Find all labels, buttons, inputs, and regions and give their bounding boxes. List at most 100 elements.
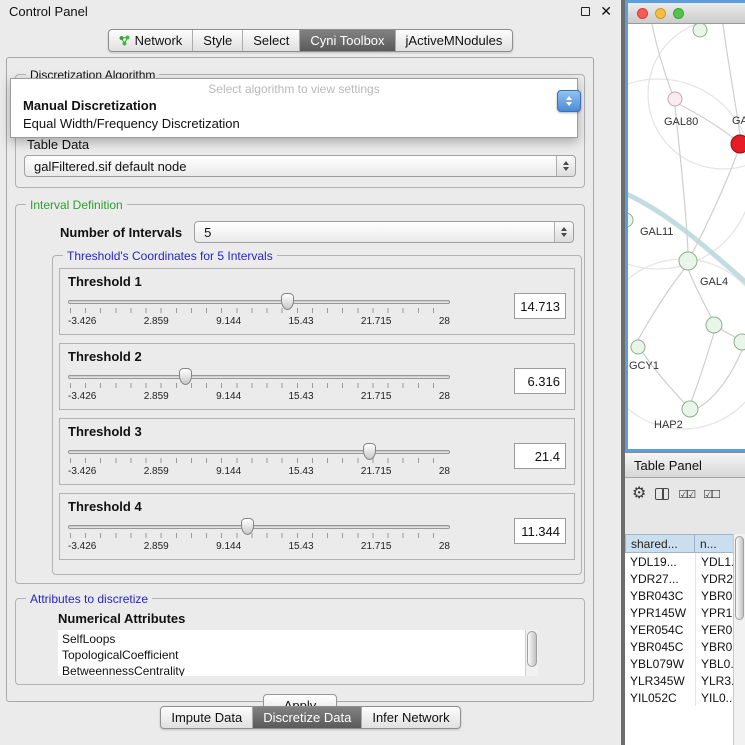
algorithm-combobox-stepper-icon[interactable] xyxy=(557,90,581,112)
threshold-panel-2: Threshold 2-3.4262.8599.14415.4321.71528 xyxy=(59,343,575,410)
list-scrollbar-thumb[interactable] xyxy=(527,631,537,667)
table-row[interactable]: YLR345WYLR3... xyxy=(625,672,745,689)
combobox-stepper-icon[interactable] xyxy=(556,156,575,176)
slider-track[interactable] xyxy=(68,300,450,304)
table-scrollbar[interactable] xyxy=(733,534,745,745)
node-label: HAP2 xyxy=(654,419,683,431)
slider-track[interactable] xyxy=(68,375,450,379)
table-row[interactable]: YDL19...YDL1... xyxy=(625,553,745,570)
tick-label: 21.715 xyxy=(361,391,392,402)
tick-label: 2.859 xyxy=(144,541,169,552)
table-row[interactable]: YPR145WYPR1... xyxy=(625,604,745,621)
network-node[interactable] xyxy=(679,252,697,270)
threshold-value-field[interactable] xyxy=(514,518,566,544)
thresholds-group: Threshold's Coordinates for 5 Intervals … xyxy=(52,255,582,575)
tab-network[interactable]: Network xyxy=(109,30,193,51)
cell-shared-name: YDR27... xyxy=(625,570,695,587)
tick-label: 15.43 xyxy=(289,316,314,327)
table-scrollbar-thumb[interactable] xyxy=(735,536,744,620)
table-row[interactable]: YBR045CYBR0... xyxy=(625,638,745,655)
network-node[interactable] xyxy=(631,340,645,354)
tick-label: 21.715 xyxy=(361,466,392,477)
threshold-slider[interactable]: -3.4262.8599.14415.4321.71528 xyxy=(68,516,450,553)
select-all-icon[interactable]: ☑☐ xyxy=(703,488,719,501)
number-of-intervals-row: Number of Intervals 5 xyxy=(60,221,574,243)
network-node[interactable] xyxy=(682,401,698,417)
network-window-titlebar[interactable] xyxy=(628,3,745,24)
network-node[interactable] xyxy=(693,24,707,37)
gear-icon[interactable]: ⚙ xyxy=(632,486,646,502)
table-toolbar: ⚙ ☑☑ ☑☐ xyxy=(625,478,745,510)
table-row[interactable]: YIL052CYIL0... xyxy=(625,689,745,706)
zoom-button[interactable] xyxy=(673,8,684,19)
slider-track[interactable] xyxy=(68,525,450,529)
cell-shared-name: YBR043C xyxy=(625,587,695,604)
table-row[interactable]: YER054CYER0... xyxy=(625,621,745,638)
network-node[interactable] xyxy=(628,213,633,227)
close-panel-icon[interactable]: ✕ xyxy=(600,4,612,18)
numerical-attributes-list[interactable]: SelfLoopsTopologicalCoefficientBetweenne… xyxy=(58,630,538,676)
column-header-shared-name[interactable]: shared... xyxy=(625,534,695,553)
list-item[interactable]: BetweennessCentrality xyxy=(62,663,538,676)
threshold-value-field[interactable] xyxy=(514,368,566,394)
threshold-value-field[interactable] xyxy=(514,293,566,319)
select-columns-icon[interactable]: ☑☑ xyxy=(678,488,694,501)
interval-definition-title: Interval Definition xyxy=(26,198,127,212)
combobox-stepper-icon[interactable] xyxy=(554,222,573,242)
network-node[interactable] xyxy=(706,317,722,333)
tick-label: 9.144 xyxy=(216,391,241,402)
threshold-slider[interactable]: -3.4262.8599.14415.4321.71528 xyxy=(68,366,450,403)
tick-label: -3.426 xyxy=(68,391,96,402)
columns-icon[interactable] xyxy=(655,488,669,500)
threshold-slider[interactable]: -3.4262.8599.14415.4321.71528 xyxy=(68,441,450,478)
tick-label: 15.43 xyxy=(289,541,314,552)
list-scrollbar[interactable] xyxy=(525,630,538,676)
tick-label: 15.43 xyxy=(289,391,314,402)
close-button[interactable] xyxy=(637,8,648,19)
threshold-slider[interactable]: -3.4262.8599.14415.4321.71528 xyxy=(68,291,450,328)
dropdown-option[interactable]: Manual Discretization xyxy=(11,97,577,115)
threshold-value-field[interactable] xyxy=(514,443,566,469)
number-of-intervals-value: 5 xyxy=(204,225,211,240)
cell-shared-name: YBL079W xyxy=(625,655,695,672)
slider-scale: -3.4262.8599.14415.4321.71528 xyxy=(68,391,450,402)
tab-select[interactable]: Select xyxy=(242,30,299,51)
tab-infer-network[interactable]: Infer Network xyxy=(361,707,459,728)
table-data-label: Table Data xyxy=(27,137,584,152)
slider-ticks xyxy=(70,383,448,388)
tab-style[interactable]: Style xyxy=(192,30,242,51)
list-item[interactable]: TopologicalCoefficient xyxy=(62,647,538,663)
list-item[interactable]: SelfLoops xyxy=(62,631,538,647)
tab-jactivemnodules[interactable]: jActiveMNodules xyxy=(395,30,513,51)
slider-scale: -3.4262.8599.14415.4321.71528 xyxy=(68,541,450,552)
network-node[interactable] xyxy=(734,334,745,350)
tab-discretize-data[interactable]: Discretize Data xyxy=(252,707,361,728)
threshold-label: Threshold 3 xyxy=(68,424,566,439)
cell-shared-name: YER054C xyxy=(625,621,695,638)
attributes-group-title: Attributes to discretize xyxy=(26,592,152,606)
table-row[interactable]: YBR043CYBR0... xyxy=(625,587,745,604)
slider-thumb[interactable] xyxy=(241,518,254,535)
table-data-combobox-value: galFiltered.sif default node xyxy=(34,159,186,174)
numerical-attributes-label: Numerical Attributes xyxy=(58,611,584,626)
number-of-intervals-combobox[interactable]: 5 xyxy=(194,221,574,243)
slider-thumb[interactable] xyxy=(363,443,376,460)
node-label: GAL80 xyxy=(664,116,698,128)
table-data-combobox[interactable]: galFiltered.sif default node xyxy=(24,155,576,177)
table-row[interactable]: YDR27...YDR2... xyxy=(625,570,745,587)
node-label: GAL11 xyxy=(640,226,673,238)
minimize-button[interactable] xyxy=(655,8,666,19)
network-canvas[interactable]: GAL80 GA GAL11 GAL4 GCY1 HAP2 xyxy=(628,24,745,447)
threshold-panel-3: Threshold 3 -3.4262.8599.14415.4321.71528 xyxy=(59,418,575,485)
tab-impute-data[interactable]: Impute Data xyxy=(161,707,252,728)
network-edge xyxy=(652,24,672,93)
network-node-selected[interactable] xyxy=(731,135,745,153)
cell-shared-name: YPR145W xyxy=(625,604,695,621)
network-node[interactable] xyxy=(668,92,682,106)
slider-track[interactable] xyxy=(68,450,450,454)
float-window-icon[interactable] xyxy=(581,7,590,16)
tab-cyni-toolbox[interactable]: Cyni Toolbox xyxy=(299,30,394,51)
dropdown-option[interactable]: Equal Width/Frequency Discretization xyxy=(11,115,577,133)
table-row[interactable]: YBL079WYBL0... xyxy=(625,655,745,672)
table-panel-header[interactable]: Table Panel xyxy=(625,452,745,478)
